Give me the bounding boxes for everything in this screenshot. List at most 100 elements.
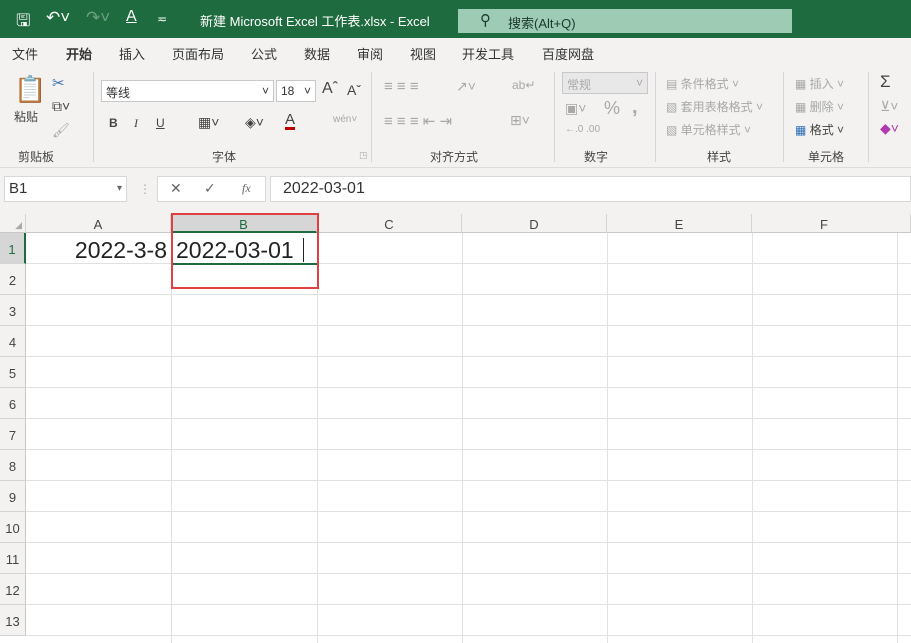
paste-button[interactable]: 粘贴	[14, 108, 38, 125]
formula-input[interactable]: 2022-03-01	[270, 176, 911, 202]
format-as-table-button[interactable]: ▧ 套用表格格式 ˅	[666, 98, 763, 115]
cell-styles-button[interactable]: ▧ 单元格样式 ˅	[666, 121, 751, 138]
wrap-text-icon[interactable]: ab↵	[512, 78, 535, 92]
row-header-11[interactable]: 11	[0, 543, 26, 574]
tab-view[interactable]: 视图	[410, 44, 436, 63]
row-header-9[interactable]: 9	[0, 481, 26, 512]
tab-formulas[interactable]: 公式	[251, 44, 277, 63]
alignment-group-label: 对齐方式	[430, 150, 479, 164]
row-header-12[interactable]: 12	[0, 574, 26, 605]
font-name-select[interactable]: 等线 ˅	[101, 80, 274, 102]
font-color-icon[interactable]: A	[285, 112, 296, 130]
ribbon-tabs: 文件 开始 插入 页面布局 公式 数据 审阅 视图 开发工具 百度网盘	[0, 38, 911, 69]
name-box[interactable]: B1 ▾	[4, 176, 127, 202]
font-color-qa-icon[interactable]: A	[126, 8, 137, 26]
row-gridline	[26, 387, 911, 388]
separator	[783, 72, 784, 162]
underline-button[interactable]: U	[156, 116, 165, 130]
column-header-a[interactable]: A	[26, 214, 171, 233]
format-painter-icon[interactable]: 🖌	[52, 122, 70, 139]
align-left-icon[interactable]: ≡ ≡ ≡ ⇤ ⇥	[384, 112, 452, 130]
row-gridline	[26, 511, 911, 512]
border-icon[interactable]: ▦˅	[198, 114, 219, 131]
font-dialog-launcher-icon[interactable]: ◳	[359, 150, 368, 161]
row-header-4[interactable]: 4	[0, 326, 26, 357]
styles-group-label: 样式	[707, 150, 732, 164]
font-size-select[interactable]: 18 ˅	[276, 80, 316, 102]
highlight-box	[171, 213, 319, 289]
number-group-label: 数字	[584, 150, 609, 164]
accounting-icon[interactable]: ▣˅	[565, 100, 586, 117]
conditional-format-button[interactable]: ▤ 条件格式 ˅	[666, 75, 739, 92]
cut-icon[interactable]: ✂	[52, 74, 65, 92]
formula-value: 2022-03-01	[283, 180, 365, 197]
row-gridline	[26, 325, 911, 326]
row-gridline	[26, 635, 911, 636]
cell-styles-label: 单元格样式	[680, 123, 741, 137]
cell-a1[interactable]: 2022-3-8	[75, 237, 167, 264]
percent-button[interactable]: %	[604, 98, 620, 119]
decrease-font-icon[interactable]: Aˇ	[347, 82, 361, 98]
row-header-8[interactable]: 8	[0, 450, 26, 481]
tab-baidu[interactable]: 百度网盘	[542, 44, 594, 63]
copy-icon[interactable]: ⧉˅	[52, 98, 70, 115]
row-header-2[interactable]: 2	[0, 264, 26, 295]
column-header-c[interactable]: C	[317, 214, 462, 233]
clear-icon[interactable]: ◆˅	[880, 120, 899, 137]
decimal-icons[interactable]: ←.0 .00	[565, 124, 600, 135]
column-header-d[interactable]: D	[462, 214, 607, 233]
cancel-icon[interactable]: ✕	[170, 180, 182, 197]
bold-button[interactable]: B	[109, 116, 118, 130]
undo-icon[interactable]: ↶˅	[46, 8, 70, 28]
insert-cells-button[interactable]: ▦ 插入 ˅	[795, 75, 844, 92]
clipboard-group-label: 剪贴板	[18, 150, 55, 164]
phonetic-icon[interactable]: wén˅	[333, 114, 357, 125]
row-header-5[interactable]: 5	[0, 357, 26, 388]
search-box[interactable]: ⚲ 搜索(Alt+Q)	[458, 9, 792, 33]
row-header-10[interactable]: 10	[0, 512, 26, 543]
save-icon[interactable]: 🖫	[16, 8, 30, 37]
row-gridline	[26, 449, 911, 450]
spreadsheet-grid: ◢ A B C D E F 1 2 3 4 5 6 7 8 9 10 11 12 13 2022-3-8…	[0, 213, 911, 643]
customize-qa-icon[interactable]: ≂	[157, 12, 167, 26]
tab-page-layout[interactable]: 页面布局	[172, 44, 224, 63]
row-header-13[interactable]: 13	[0, 605, 26, 636]
align-top-icon[interactable]: ≡ ≡ ≡	[384, 78, 419, 95]
drag-handle-icon[interactable]: ⋮	[139, 182, 151, 196]
row-gridline	[26, 542, 911, 543]
column-header-f[interactable]: F	[752, 214, 911, 233]
formula-buttons: ✕ ✓ fx	[157, 176, 266, 202]
fill-icon[interactable]: ⊻˅	[880, 98, 898, 115]
italic-button[interactable]: I	[134, 116, 138, 131]
orientation-icon[interactable]: ↗˅	[456, 78, 476, 95]
conditional-format-label: 条件格式	[680, 77, 729, 91]
delete-cells-button[interactable]: ▦ 删除 ˅	[795, 98, 844, 115]
font-group-label: 字体	[212, 150, 237, 164]
number-format-select[interactable]: 常规 ˅	[562, 72, 648, 94]
row-header-6[interactable]: 6	[0, 388, 26, 419]
tab-review[interactable]: 审阅	[357, 44, 383, 63]
tab-file[interactable]: 文件	[12, 44, 38, 63]
row-header-3[interactable]: 3	[0, 295, 26, 326]
comma-button[interactable]: ,	[632, 96, 638, 119]
separator	[93, 72, 94, 162]
autosum-button[interactable]: Σ	[880, 72, 891, 92]
enter-icon[interactable]: ✓	[204, 180, 216, 197]
font-size-value: 18	[281, 84, 295, 98]
insert-function-button[interactable]: fx	[242, 181, 251, 196]
row-header-7[interactable]: 7	[0, 419, 26, 450]
merge-center-icon[interactable]: ⊞˅	[510, 112, 530, 129]
select-all-button[interactable]: ◢	[0, 214, 26, 233]
fill-color-icon[interactable]: ◈˅	[245, 114, 264, 131]
insert-cells-label: 插入	[809, 77, 834, 91]
tab-insert[interactable]: 插入	[119, 44, 145, 63]
format-cells-button[interactable]: ▦ 格式 ˅	[795, 121, 844, 138]
tab-developer[interactable]: 开发工具	[462, 44, 514, 63]
increase-font-icon[interactable]: Aˆ	[322, 80, 338, 98]
redo-icon[interactable]: ↷˅	[86, 8, 110, 28]
tab-data[interactable]: 数据	[304, 44, 330, 63]
cells-group-label: 单元格	[808, 150, 845, 164]
paste-icon[interactable]: 📋	[14, 74, 46, 105]
row-header-1[interactable]: 1	[0, 233, 26, 264]
column-header-e[interactable]: E	[607, 214, 752, 233]
